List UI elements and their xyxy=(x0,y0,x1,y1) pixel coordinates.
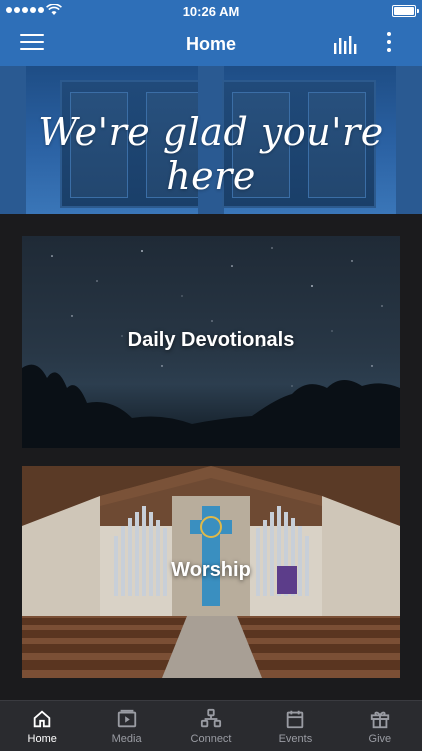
media-play-icon xyxy=(117,709,136,728)
worship-label: Worship xyxy=(171,559,251,581)
hero-banner: We're glad you're here xyxy=(0,66,422,214)
status-bar: 10:26 AM xyxy=(0,0,422,22)
daily-devotionals-label: Daily Devotionals xyxy=(127,329,295,351)
tab-home-label: Home xyxy=(27,733,57,745)
home-icon xyxy=(33,710,51,728)
top-nav-bar: Home xyxy=(0,22,422,66)
worship-card[interactable]: Worship xyxy=(22,466,400,678)
tree-silhouette-image xyxy=(22,364,400,448)
calendar-icon xyxy=(287,710,304,729)
home-content: Daily Devotionals Worship xyxy=(0,214,422,700)
connect-people-icon xyxy=(200,708,222,728)
battery-icon xyxy=(392,5,419,17)
audio-bars-icon[interactable] xyxy=(332,34,358,56)
daily-devotionals-card[interactable]: Daily Devotionals xyxy=(22,236,400,448)
page-title: Home xyxy=(185,34,236,54)
more-vertical-icon[interactable] xyxy=(382,32,396,56)
tab-connect[interactable]: Connect xyxy=(169,701,253,751)
status-time: 10:26 AM xyxy=(182,4,240,19)
tab-connect-label: Connect xyxy=(190,733,232,745)
gift-icon xyxy=(370,711,389,729)
hero-tagline: We're glad you're here xyxy=(38,110,384,198)
tab-give-label: Give xyxy=(368,733,392,745)
tab-events[interactable]: Events xyxy=(253,701,337,751)
tab-events-label: Events xyxy=(278,733,313,745)
tab-media[interactable]: Media xyxy=(84,701,168,751)
tab-media-label: Media xyxy=(111,733,142,745)
tab-give[interactable]: Give xyxy=(338,701,422,751)
bottom-tab-bar: Home Media Connect Events Give xyxy=(0,700,422,751)
tab-home[interactable]: Home xyxy=(0,701,84,751)
